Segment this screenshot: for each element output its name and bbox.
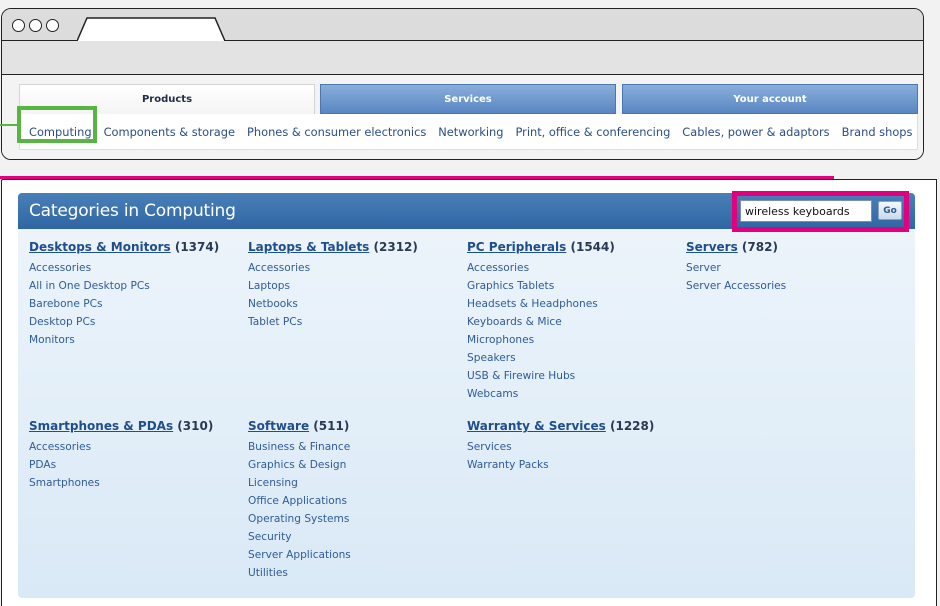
subcategory-link[interactable]: Microphones (467, 331, 682, 349)
minimize-window-icon[interactable] (29, 19, 42, 32)
category-heading: Software (511) (248, 418, 463, 438)
subcategory-link[interactable]: Business & Finance (248, 438, 463, 456)
category-heading: Desktops & Monitors (1374) (29, 239, 244, 259)
category-link-software[interactable]: Software (248, 419, 309, 433)
category-link-warranty-services[interactable]: Warranty & Services (467, 419, 606, 433)
tab-services[interactable]: Services (320, 84, 616, 114)
subnav-item-phones-consumer-electronics[interactable]: Phones & consumer electronics (247, 125, 426, 139)
subcategory-link[interactable]: Accessories (29, 259, 244, 277)
subcategory-link[interactable]: Smartphones (29, 474, 244, 492)
subcategory-link[interactable]: Webcams (467, 385, 682, 403)
highlight-connector-green (0, 124, 18, 126)
subcategory-link[interactable]: Server Accessories (686, 277, 901, 295)
close-window-icon[interactable] (12, 19, 25, 32)
subcategory-link[interactable]: Security (248, 528, 463, 546)
subnav-item-networking[interactable]: Networking (438, 125, 503, 139)
category-link-laptops-tablets[interactable]: Laptops & Tablets (248, 240, 369, 254)
category-column: PC Peripherals (1544) Accessories Graphi… (467, 239, 682, 403)
category-column: Software (511) Business & Finance Graphi… (248, 418, 463, 582)
category-count: (782) (741, 240, 778, 254)
category-link-smartphones-pdas[interactable]: Smartphones & PDAs (29, 419, 173, 433)
subcategory-link[interactable]: Utilities (248, 564, 463, 582)
subcategory-link[interactable]: Speakers (467, 349, 682, 367)
category-heading: Servers (782) (686, 239, 901, 259)
tab-your-account[interactable]: Your account (622, 84, 918, 114)
category-column: Servers (782) Server Server Accessories (686, 239, 901, 295)
go-button[interactable]: Go (878, 201, 902, 220)
subcategory-link[interactable]: Monitors (29, 331, 244, 349)
title-bar (2, 9, 923, 42)
subnav-item-print-office-conferencing[interactable]: Print, office & conferencing (515, 125, 670, 139)
category-count: (1544) (570, 240, 615, 254)
category-column: Laptops & Tablets (2312) Accessories Lap… (248, 239, 463, 331)
subcategory-link[interactable]: Barebone PCs (29, 295, 244, 313)
subcategory-link[interactable]: Headsets & Headphones (467, 295, 682, 313)
browser-tab[interactable] (77, 17, 227, 42)
subcategory-link[interactable]: Server (686, 259, 901, 277)
tab-products[interactable]: Products (19, 84, 315, 114)
category-heading: Smartphones & PDAs (310) (29, 418, 244, 438)
browser-window: Products Services Your account Computing… (1, 8, 924, 160)
categories-window: Categories in Computing Desktops & Monit… (1, 179, 937, 606)
category-count: (511) (313, 419, 350, 433)
category-column: Warranty & Services (1228) Services Warr… (467, 418, 682, 474)
subcategory-link[interactable]: Accessories (467, 259, 682, 277)
subcategory-link[interactable]: Graphics Tablets (467, 277, 682, 295)
category-count: (1228) (609, 419, 655, 433)
browser-toolbar (2, 41, 923, 75)
category-count: (2312) (373, 240, 418, 254)
subnav-item-components-storage[interactable]: Components & storage (104, 125, 235, 139)
category-column: Desktops & Monitors (1374) Accessories A… (29, 239, 244, 349)
subnav-item-brand-shops[interactable]: Brand shops (842, 125, 913, 139)
subcategory-link[interactable]: Netbooks (248, 295, 463, 313)
subcategory-link[interactable]: Operating Systems (248, 510, 463, 528)
page-title: Categories in Computing (29, 201, 236, 221)
subcategory-link[interactable]: Accessories (29, 438, 244, 456)
site-navigation: Products Services Your account Computing… (2, 75, 923, 159)
category-count: (1374) (174, 240, 220, 254)
subcategory-link[interactable]: Desktop PCs (29, 313, 244, 331)
zoom-window-icon[interactable] (46, 19, 59, 32)
subcategory-link[interactable]: PDAs (29, 456, 244, 474)
category-heading: PC Peripherals (1544) (467, 239, 682, 259)
subcategory-link[interactable]: Accessories (248, 259, 463, 277)
category-link-pc-peripherals[interactable]: PC Peripherals (467, 240, 566, 254)
subnav-item-cables-power-adaptors[interactable]: Cables, power & adaptors (682, 125, 829, 139)
subcategory-link[interactable]: Services (467, 438, 682, 456)
subcategory-link[interactable]: USB & Firewire Hubs (467, 367, 682, 385)
subcategory-link[interactable]: Licensing (248, 474, 463, 492)
category-column: Smartphones & PDAs (310) Accessories PDA… (29, 418, 244, 492)
category-heading: Laptops & Tablets (2312) (248, 239, 463, 259)
categories-panel: Categories in Computing Desktops & Monit… (18, 193, 915, 598)
subcategory-link[interactable]: Keyboards & Mice (467, 313, 682, 331)
subcategory-link[interactable]: Graphics & Design (248, 456, 463, 474)
search-input[interactable] (740, 200, 872, 222)
subcategory-link[interactable]: Server Applications (248, 546, 463, 564)
category-link-desktops-monitors[interactable]: Desktops & Monitors (29, 240, 171, 254)
category-heading: Warranty & Services (1228) (467, 418, 682, 438)
category-count: (310) (177, 419, 214, 433)
subcategory-link[interactable]: Tablet PCs (248, 313, 463, 331)
subcategory-link[interactable]: Office Applications (248, 492, 463, 510)
products-subnav: Computing Components & storage Phones & … (19, 114, 918, 150)
subcategory-link[interactable]: All in One Desktop PCs (29, 277, 244, 295)
subcategory-link[interactable]: Warranty Packs (467, 456, 682, 474)
subnav-item-computing[interactable]: Computing (29, 125, 92, 139)
category-link-servers[interactable]: Servers (686, 240, 738, 254)
subcategory-link[interactable]: Laptops (248, 277, 463, 295)
